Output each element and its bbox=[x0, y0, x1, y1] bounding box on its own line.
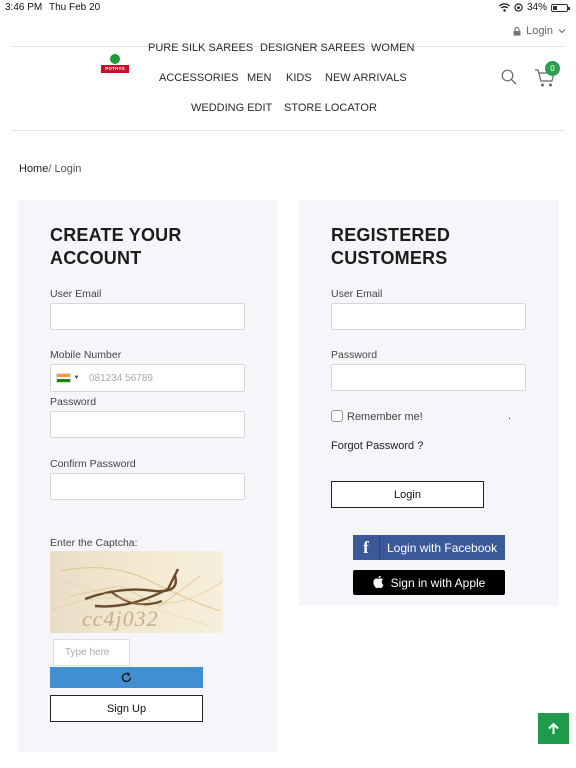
mobile-number-label: Mobile Number bbox=[50, 349, 122, 361]
registered-customers-heading: REGISTERED CUSTOMERS bbox=[331, 224, 450, 270]
nav-designer-sarees[interactable]: DESIGNER SAREES bbox=[260, 42, 365, 54]
rotation-lock-icon bbox=[514, 3, 523, 12]
apple-signin-label: Sign in with Apple bbox=[390, 575, 486, 590]
nav-pure-silk-sarees[interactable]: PURE SILK SAREES bbox=[148, 42, 253, 54]
signup-email-field[interactable] bbox=[50, 303, 245, 330]
facebook-login-label: Login with Facebook bbox=[387, 540, 498, 555]
login-link-label: Login bbox=[526, 25, 553, 37]
mobile-number-input[interactable] bbox=[84, 372, 234, 384]
caret-down-icon: ▼ bbox=[73, 375, 80, 381]
confirm-password-label: Confirm Password bbox=[50, 458, 136, 470]
battery-level bbox=[553, 5, 558, 10]
stray-dot: . bbox=[508, 410, 512, 422]
breadcrumb: Home/ Login bbox=[19, 163, 81, 175]
confirm-password-field[interactable] bbox=[50, 473, 245, 500]
sign-up-button[interactable]: Sign Up bbox=[50, 695, 203, 722]
nav-women[interactable]: WOMEN bbox=[371, 42, 414, 54]
signup-password-field[interactable] bbox=[50, 411, 245, 438]
login-email-field[interactable] bbox=[331, 303, 526, 330]
breadcrumb-current: Login bbox=[54, 163, 82, 175]
nav-men[interactable]: MEN bbox=[247, 72, 271, 84]
captcha-image: cc4j032 bbox=[50, 551, 223, 633]
breadcrumb-home[interactable]: Home bbox=[19, 163, 48, 175]
cart-count-badge: 0 bbox=[545, 61, 560, 76]
logo-wordmark: POTHYS bbox=[101, 65, 129, 73]
facebook-login-button[interactable]: f Login with Facebook bbox=[353, 535, 505, 560]
refresh-icon bbox=[121, 672, 132, 683]
status-bar: 3:46 PM Thu Feb 20 34% bbox=[0, 0, 576, 16]
captcha-label: Enter the Captcha: bbox=[50, 537, 138, 549]
chevron-down-icon bbox=[558, 29, 566, 34]
nav-store-locator[interactable]: STORE LOCATOR bbox=[284, 102, 377, 114]
search-icon[interactable] bbox=[501, 69, 517, 85]
registered-heading-line1: REGISTERED bbox=[331, 225, 451, 245]
create-account-heading-line1: CREATE YOUR bbox=[50, 225, 182, 245]
nav-new-arrivals[interactable]: NEW ARRIVALS bbox=[325, 72, 407, 84]
apple-icon bbox=[373, 576, 384, 589]
signup-email-label: User Email bbox=[50, 288, 102, 300]
forgot-password-link[interactable]: Forgot Password ? bbox=[331, 440, 423, 452]
login-email-label: User Email bbox=[331, 288, 383, 300]
nav-wedding-edit[interactable]: WEDDING EDIT bbox=[191, 102, 272, 114]
breadcrumb-separator: / bbox=[48, 163, 52, 175]
facebook-icon: f bbox=[353, 535, 380, 560]
login-button[interactable]: Login bbox=[331, 481, 484, 508]
refresh-captcha-button[interactable] bbox=[50, 667, 203, 688]
login-password-label: Password bbox=[331, 349, 378, 361]
battery-percent: 34% bbox=[526, 2, 547, 13]
captcha-image-text: cc4j032 bbox=[82, 606, 159, 631]
remember-me-label: Remember me! bbox=[347, 411, 423, 423]
lock-icon bbox=[513, 26, 521, 36]
india-flag-icon bbox=[55, 373, 71, 383]
header-divider-bottom bbox=[12, 130, 564, 131]
login-password-field[interactable] bbox=[331, 364, 526, 391]
nav-kids[interactable]: KIDS bbox=[286, 72, 312, 84]
mobile-number-field: ▼ bbox=[50, 364, 245, 392]
remember-me-checkbox[interactable] bbox=[331, 410, 343, 422]
brand-logo[interactable]: POTHYS bbox=[101, 54, 129, 76]
scroll-to-top-button[interactable] bbox=[538, 713, 569, 744]
create-account-heading: CREATE YOUR ACCOUNT bbox=[50, 224, 182, 270]
signup-password-label: Password bbox=[50, 396, 97, 408]
battery-icon bbox=[551, 3, 570, 12]
account-login-menu[interactable]: Login bbox=[513, 25, 566, 37]
status-icons: 34% bbox=[499, 2, 570, 13]
status-time: 3:46 PM bbox=[5, 2, 43, 13]
status-date: Thu Feb 20 bbox=[49, 2, 101, 13]
country-code-selector[interactable]: ▼ bbox=[51, 365, 84, 391]
captcha-input[interactable] bbox=[53, 639, 130, 666]
create-account-heading-line2: ACCOUNT bbox=[50, 248, 142, 268]
wifi-icon bbox=[499, 3, 510, 12]
arrow-up-icon bbox=[548, 722, 559, 734]
nav-accessories[interactable]: ACCESSORIES bbox=[159, 72, 238, 84]
logo-emblem bbox=[110, 54, 120, 64]
apple-signin-button[interactable]: Sign in with Apple bbox=[353, 570, 505, 595]
registered-heading-line2: CUSTOMERS bbox=[331, 248, 448, 268]
